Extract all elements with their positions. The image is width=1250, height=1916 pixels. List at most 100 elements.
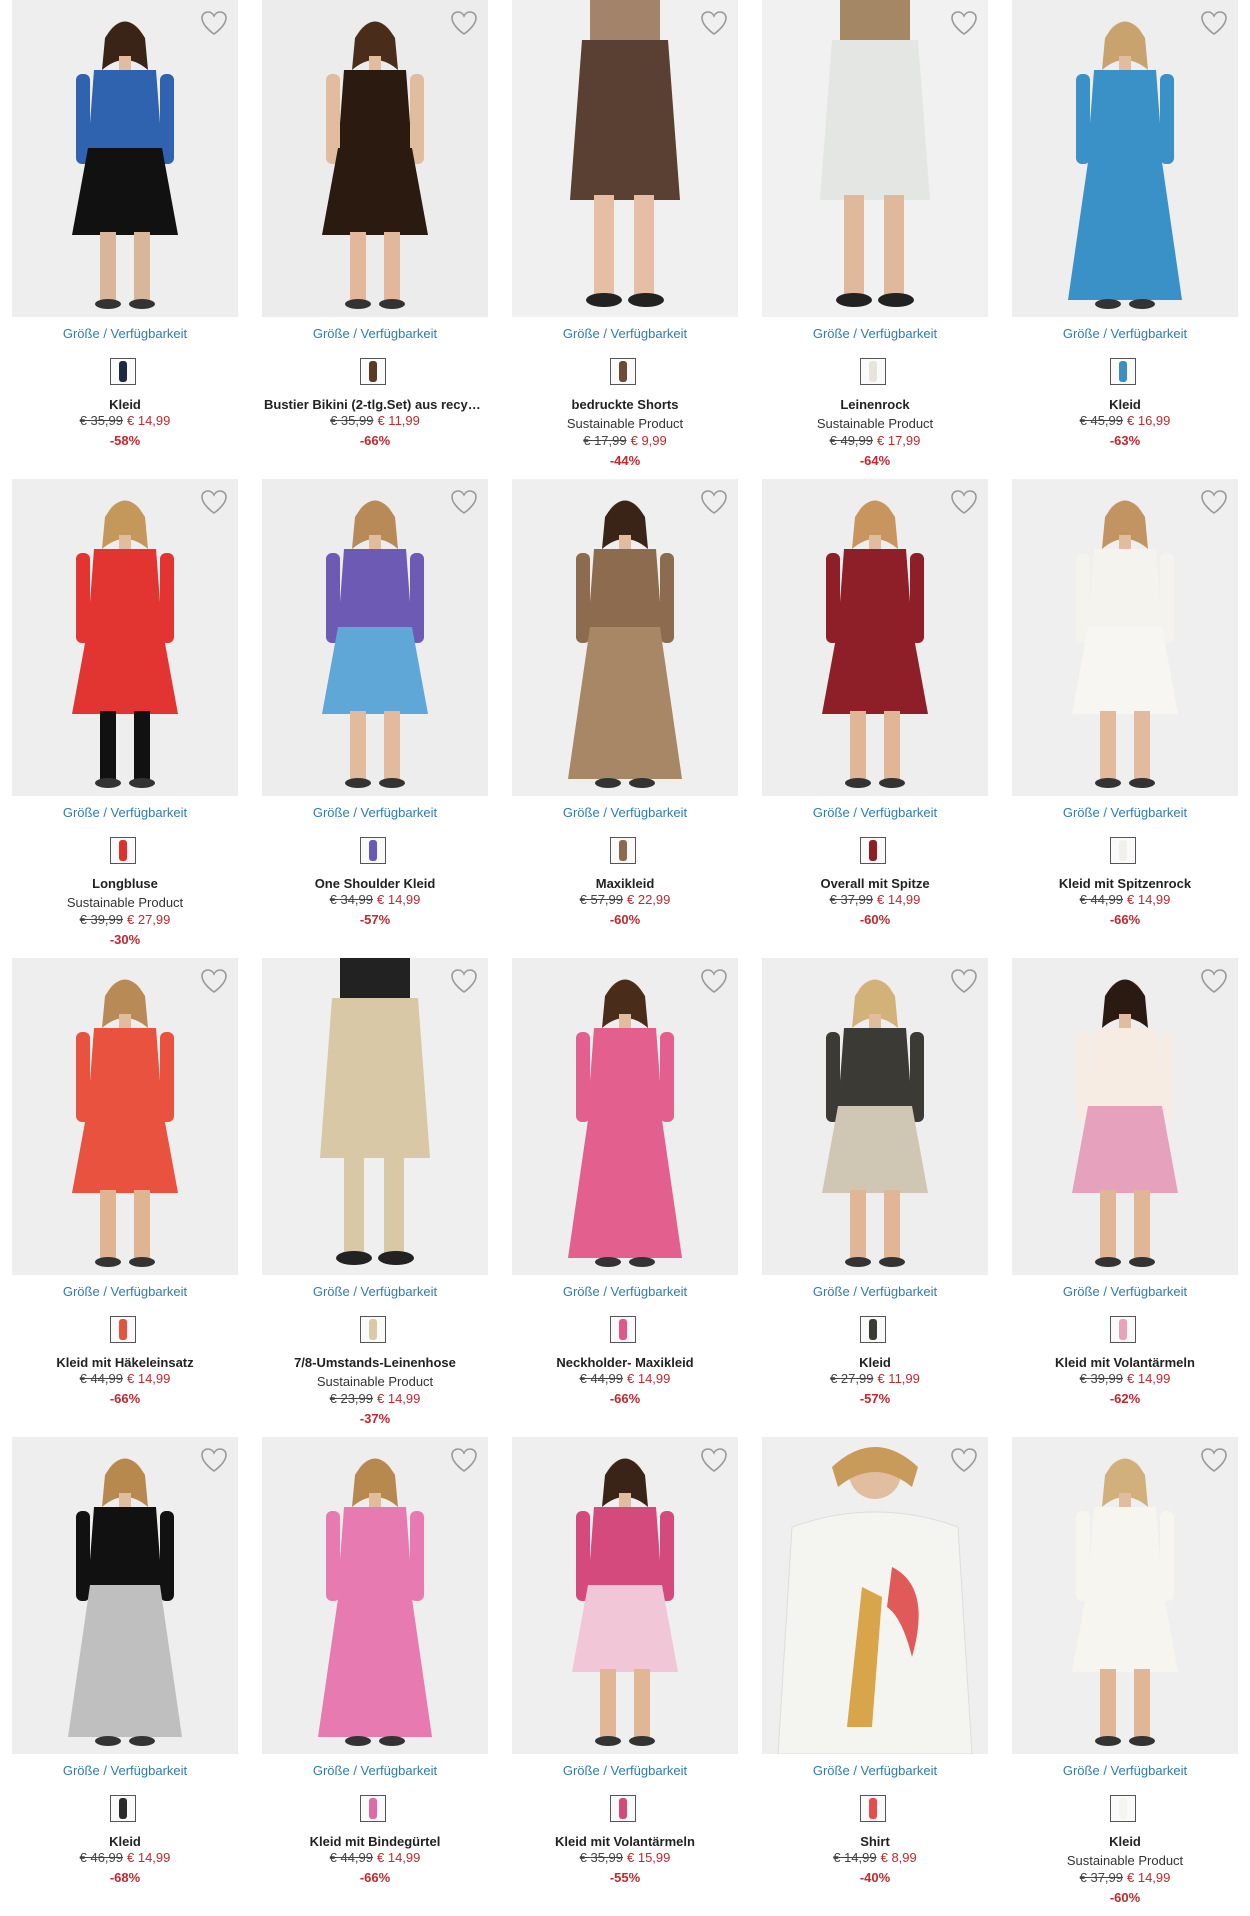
product-card[interactable]: Größe / Verfügbarkeit Kleid mit Bindegürt… [262,1437,488,1907]
product-card[interactable]: Größe / Verfügbarkeit 7/8-Umstands-Leinen… [262,958,488,1428]
size-availability-link[interactable]: Größe / Verfügbarkeit [512,326,738,341]
size-availability-link[interactable]: Größe / Verfügbarkeit [762,805,988,820]
product-name[interactable]: Bustier Bikini (2-tlg.Set) aus recycelt.… [264,397,486,412]
product-image[interactable] [262,0,488,317]
product-image[interactable] [512,0,738,317]
size-availability-link[interactable]: Größe / Verfügbarkeit [12,805,238,820]
product-image[interactable] [512,1437,738,1754]
wishlist-heart-icon[interactable] [448,1445,480,1475]
wishlist-heart-icon[interactable] [198,487,230,517]
size-availability-link[interactable]: Größe / Verfügbarkeit [762,1284,988,1299]
product-name[interactable]: Leinenrock [764,397,986,412]
product-image[interactable] [762,1437,988,1754]
size-availability-link[interactable]: Größe / Verfügbarkeit [1012,326,1238,341]
product-card[interactable]: Größe / Verfügbarkeit Kleid mit Häkeleins… [12,958,238,1428]
color-swatch-thumbnail[interactable] [1110,358,1136,385]
wishlist-heart-icon[interactable] [1198,8,1230,38]
wishlist-heart-icon[interactable] [698,1445,730,1475]
product-image[interactable] [512,958,738,1275]
product-name[interactable]: Neckholder- Maxikleid [514,1355,736,1370]
wishlist-heart-icon[interactable] [1198,487,1230,517]
product-name[interactable]: Kleid [14,397,236,412]
color-swatch-thumbnail[interactable] [110,1795,136,1822]
wishlist-heart-icon[interactable] [948,966,980,996]
color-swatch-thumbnail[interactable] [360,1795,386,1822]
product-name[interactable]: Shirt [764,1834,986,1849]
color-swatch-thumbnail[interactable] [610,1795,636,1822]
size-availability-link[interactable]: Größe / Verfügbarkeit [1012,1284,1238,1299]
product-image[interactable] [762,0,988,317]
product-name[interactable]: Kleid [14,1834,236,1849]
product-name[interactable]: Kleid mit Spitzenrock [1014,876,1236,891]
wishlist-heart-icon[interactable] [698,8,730,38]
color-swatch-thumbnail[interactable] [860,1795,886,1822]
product-image[interactable] [12,0,238,317]
product-name[interactable]: Kleid mit Bindegürtel [264,1834,486,1849]
product-name[interactable]: Longbluse [14,876,236,891]
wishlist-heart-icon[interactable] [1198,1445,1230,1475]
product-card[interactable]: Größe / Verfügbarkeit Kleid € 35,99 € 14,99… [12,0,238,470]
product-image[interactable] [512,479,738,796]
product-name[interactable]: Kleid [1014,397,1236,412]
color-swatch-thumbnail[interactable] [1110,837,1136,864]
product-card[interactable]: Größe / Verfügbarkeit Leinenrock Sustainab… [762,0,988,470]
product-image[interactable] [12,958,238,1275]
wishlist-heart-icon[interactable] [448,487,480,517]
wishlist-heart-icon[interactable] [448,8,480,38]
product-card[interactable]: Größe / Verfügbarkeit Overall mit Spitze €… [762,479,988,949]
color-swatch-thumbnail[interactable] [860,358,886,385]
product-image[interactable] [12,479,238,796]
size-availability-link[interactable]: Größe / Verfügbarkeit [262,326,488,341]
product-card[interactable]: Größe / Verfügbarkeit Kleid € 45,99 € 16,99… [1012,0,1238,470]
wishlist-heart-icon[interactable] [198,1445,230,1475]
product-card[interactable]: Größe / Verfügbarkeit bedruckte Shorts Sus… [512,0,738,470]
color-swatch-thumbnail[interactable] [110,1316,136,1343]
product-name[interactable]: Kleid mit Häkeleinsatz [14,1355,236,1370]
product-name[interactable]: One Shoulder Kleid [264,876,486,891]
product-image[interactable] [1012,0,1238,317]
wishlist-heart-icon[interactable] [948,8,980,38]
wishlist-heart-icon[interactable] [698,487,730,517]
product-name[interactable]: Kleid mit Volantärmeln [1014,1355,1236,1370]
product-name[interactable]: Maxikleid [514,876,736,891]
product-card[interactable]: Größe / Verfügbarkeit Longbluse Sustainabl… [12,479,238,949]
color-swatch-thumbnail[interactable] [610,1316,636,1343]
size-availability-link[interactable]: Größe / Verfügbarkeit [762,326,988,341]
size-availability-link[interactable]: Größe / Verfügbarkeit [1012,1763,1238,1778]
size-availability-link[interactable]: Größe / Verfügbarkeit [262,1284,488,1299]
product-image[interactable] [12,1437,238,1754]
product-card[interactable]: Größe / Verfügbarkeit Kleid Sustainable Pr… [1012,1437,1238,1907]
wishlist-heart-icon[interactable] [698,966,730,996]
color-swatch-thumbnail[interactable] [360,837,386,864]
wishlist-heart-icon[interactable] [198,8,230,38]
size-availability-link[interactable]: Größe / Verfügbarkeit [12,1763,238,1778]
size-availability-link[interactable]: Größe / Verfügbarkeit [512,805,738,820]
size-availability-link[interactable]: Größe / Verfügbarkeit [12,1284,238,1299]
product-image[interactable] [262,479,488,796]
product-image[interactable] [262,958,488,1275]
product-card[interactable]: Größe / Verfügbarkeit Bustier Bikini (2-t… [262,0,488,470]
product-name[interactable]: Kleid [764,1355,986,1370]
product-card[interactable]: Größe / Verfügbarkeit Shirt € 14,99 € 8,99 -… [762,1437,988,1907]
product-card[interactable]: Größe / Verfügbarkeit One Shoulder Kleid €… [262,479,488,949]
product-name[interactable]: Kleid [1014,1834,1236,1849]
size-availability-link[interactable]: Größe / Verfügbarkeit [1012,805,1238,820]
product-card[interactable]: Größe / Verfügbarkeit Kleid mit Volantärm… [512,1437,738,1907]
product-image[interactable] [762,958,988,1275]
product-image[interactable] [1012,958,1238,1275]
product-card[interactable]: Größe / Verfügbarkeit Neckholder- Maxikle… [512,958,738,1428]
size-availability-link[interactable]: Größe / Verfügbarkeit [262,805,488,820]
wishlist-heart-icon[interactable] [198,966,230,996]
product-name[interactable]: 7/8-Umstands-Leinenhose [264,1355,486,1370]
product-image[interactable] [262,1437,488,1754]
product-image[interactable] [1012,1437,1238,1754]
color-swatch-thumbnail[interactable] [110,837,136,864]
size-availability-link[interactable]: Größe / Verfügbarkeit [762,1763,988,1778]
wishlist-heart-icon[interactable] [948,1445,980,1475]
size-availability-link[interactable]: Größe / Verfügbarkeit [12,326,238,341]
product-card[interactable]: Größe / Verfügbarkeit Kleid € 46,99 € 14,99… [12,1437,238,1907]
product-name[interactable]: Overall mit Spitze [764,876,986,891]
wishlist-heart-icon[interactable] [448,966,480,996]
color-swatch-thumbnail[interactable] [360,1316,386,1343]
product-name[interactable]: Kleid mit Volantärmeln [514,1834,736,1849]
